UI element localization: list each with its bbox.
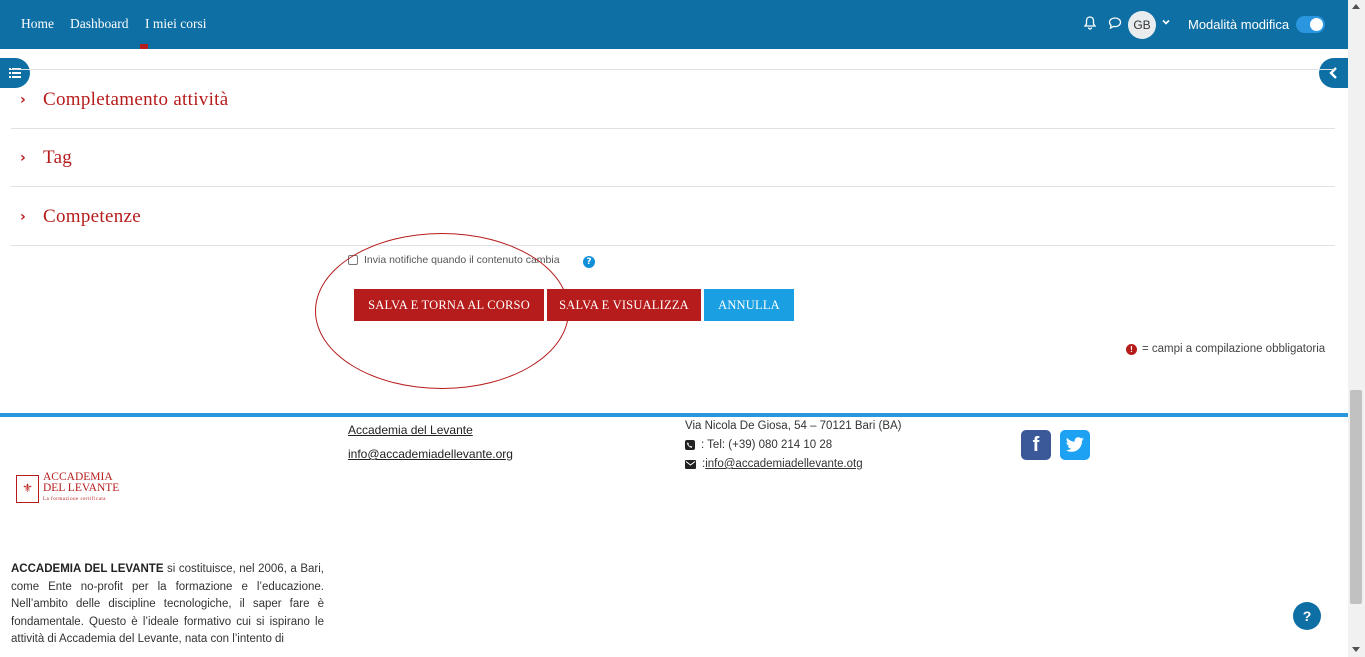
save-and-display-button[interactable]: SALVA E VISUALIZZA xyxy=(547,289,701,321)
nav-home-link[interactable]: Home xyxy=(21,16,54,32)
clipped-section-title xyxy=(140,44,148,49)
notify-checkbox[interactable] xyxy=(348,255,358,265)
list-icon xyxy=(9,68,21,78)
section-tags-toggle[interactable]: › Tag xyxy=(20,143,72,173)
cancel-button[interactable]: ANNULLA xyxy=(704,289,794,321)
envelope-icon xyxy=(685,459,696,469)
bell-icon[interactable] xyxy=(1082,15,1098,31)
notify-label: Invia notifiche quando il contenuto camb… xyxy=(364,254,560,266)
phone-icon xyxy=(685,440,695,450)
open-block-drawer-button[interactable] xyxy=(1319,58,1348,88)
open-course-index-button[interactable] xyxy=(0,58,30,88)
divider xyxy=(11,245,1335,246)
scroll-down-icon[interactable] xyxy=(1352,647,1360,652)
edit-mode-toggle[interactable] xyxy=(1296,16,1325,33)
help-button[interactable]: ? xyxy=(1293,602,1321,630)
notify-row: Invia notifiche quando il contenuto camb… xyxy=(348,254,560,266)
section-completion-toggle[interactable]: › Completamento attività xyxy=(20,85,228,115)
chat-icon[interactable] xyxy=(1107,15,1123,31)
logo-line2: DEL LEVANTE xyxy=(43,482,120,494)
about-bold: ACCADEMIA DEL LEVANTE xyxy=(11,563,164,575)
logo-tagline: La formazione certificata xyxy=(43,497,107,502)
divider xyxy=(11,69,1335,70)
twitter-icon[interactable] xyxy=(1060,430,1090,460)
footer-address: Via Nicola De Giosa, 54 – 70121 Bari (BA… xyxy=(685,420,901,432)
top-navbar: Home Dashboard I miei corsi GB Modalità … xyxy=(0,0,1348,49)
footer-org-link[interactable]: Accademia del Levante xyxy=(348,423,473,437)
nav-my-courses-link[interactable]: I miei corsi xyxy=(145,16,206,32)
scrollbar-thumb[interactable] xyxy=(1350,390,1362,604)
footer-divider xyxy=(0,413,1348,417)
required-note-text: = campi a compilazione obbligatoria xyxy=(1142,343,1326,355)
footer-email-link[interactable]: info@accademiadellevante.org xyxy=(348,447,513,461)
chevron-left-icon xyxy=(1329,67,1337,79)
twitter-bird-icon xyxy=(1065,437,1084,452)
footer-email: : info@accademiadellevante.otg xyxy=(685,458,863,470)
address-text: Via Nicola De Giosa, 54 – 70121 Bari (BA… xyxy=(685,420,902,432)
chevron-down-icon[interactable] xyxy=(1161,17,1171,27)
section-title: Competenze xyxy=(43,206,141,227)
logo-mark-icon: ⚜ xyxy=(16,474,39,503)
section-title: Completamento attività xyxy=(43,89,229,110)
footer-logo: ⚜ ACCADEMIA DEL LEVANTE La formazione ce… xyxy=(16,471,120,505)
divider xyxy=(11,128,1335,129)
edit-mode-label: Modalità modifica xyxy=(1188,17,1290,32)
nav-dashboard-link[interactable]: Dashboard xyxy=(70,16,128,32)
footer-email2-link[interactable]: info@accademiadellevante.otg xyxy=(705,458,862,470)
about-body: si costituisce, nel 2006, a Bari, come E… xyxy=(11,563,324,646)
user-avatar[interactable]: GB xyxy=(1128,11,1156,39)
save-and-return-button[interactable]: SALVA E TORNA AL CORSO xyxy=(354,289,544,321)
chevron-right-icon: › xyxy=(20,150,26,166)
phone-text: : Tel: (+39) 080 214 10 28 xyxy=(701,439,833,451)
help-icon[interactable]: ? xyxy=(583,256,595,268)
section-competencies-toggle[interactable]: › Competenze xyxy=(20,202,141,232)
scroll-up-icon[interactable] xyxy=(1352,4,1360,9)
required-fields-note: ! = campi a compilazione obbligatoria xyxy=(1126,343,1325,355)
footer-phone: : Tel: (+39) 080 214 10 28 xyxy=(685,439,832,451)
divider xyxy=(11,186,1335,187)
footer-about-text: ACCADEMIA DEL LEVANTE si costituisce, ne… xyxy=(11,561,324,649)
facebook-icon[interactable]: f xyxy=(1021,430,1051,460)
chevron-right-icon: › xyxy=(20,92,26,108)
chevron-right-icon: › xyxy=(20,209,26,225)
required-icon: ! xyxy=(1126,343,1137,355)
section-title: Tag xyxy=(43,147,73,168)
